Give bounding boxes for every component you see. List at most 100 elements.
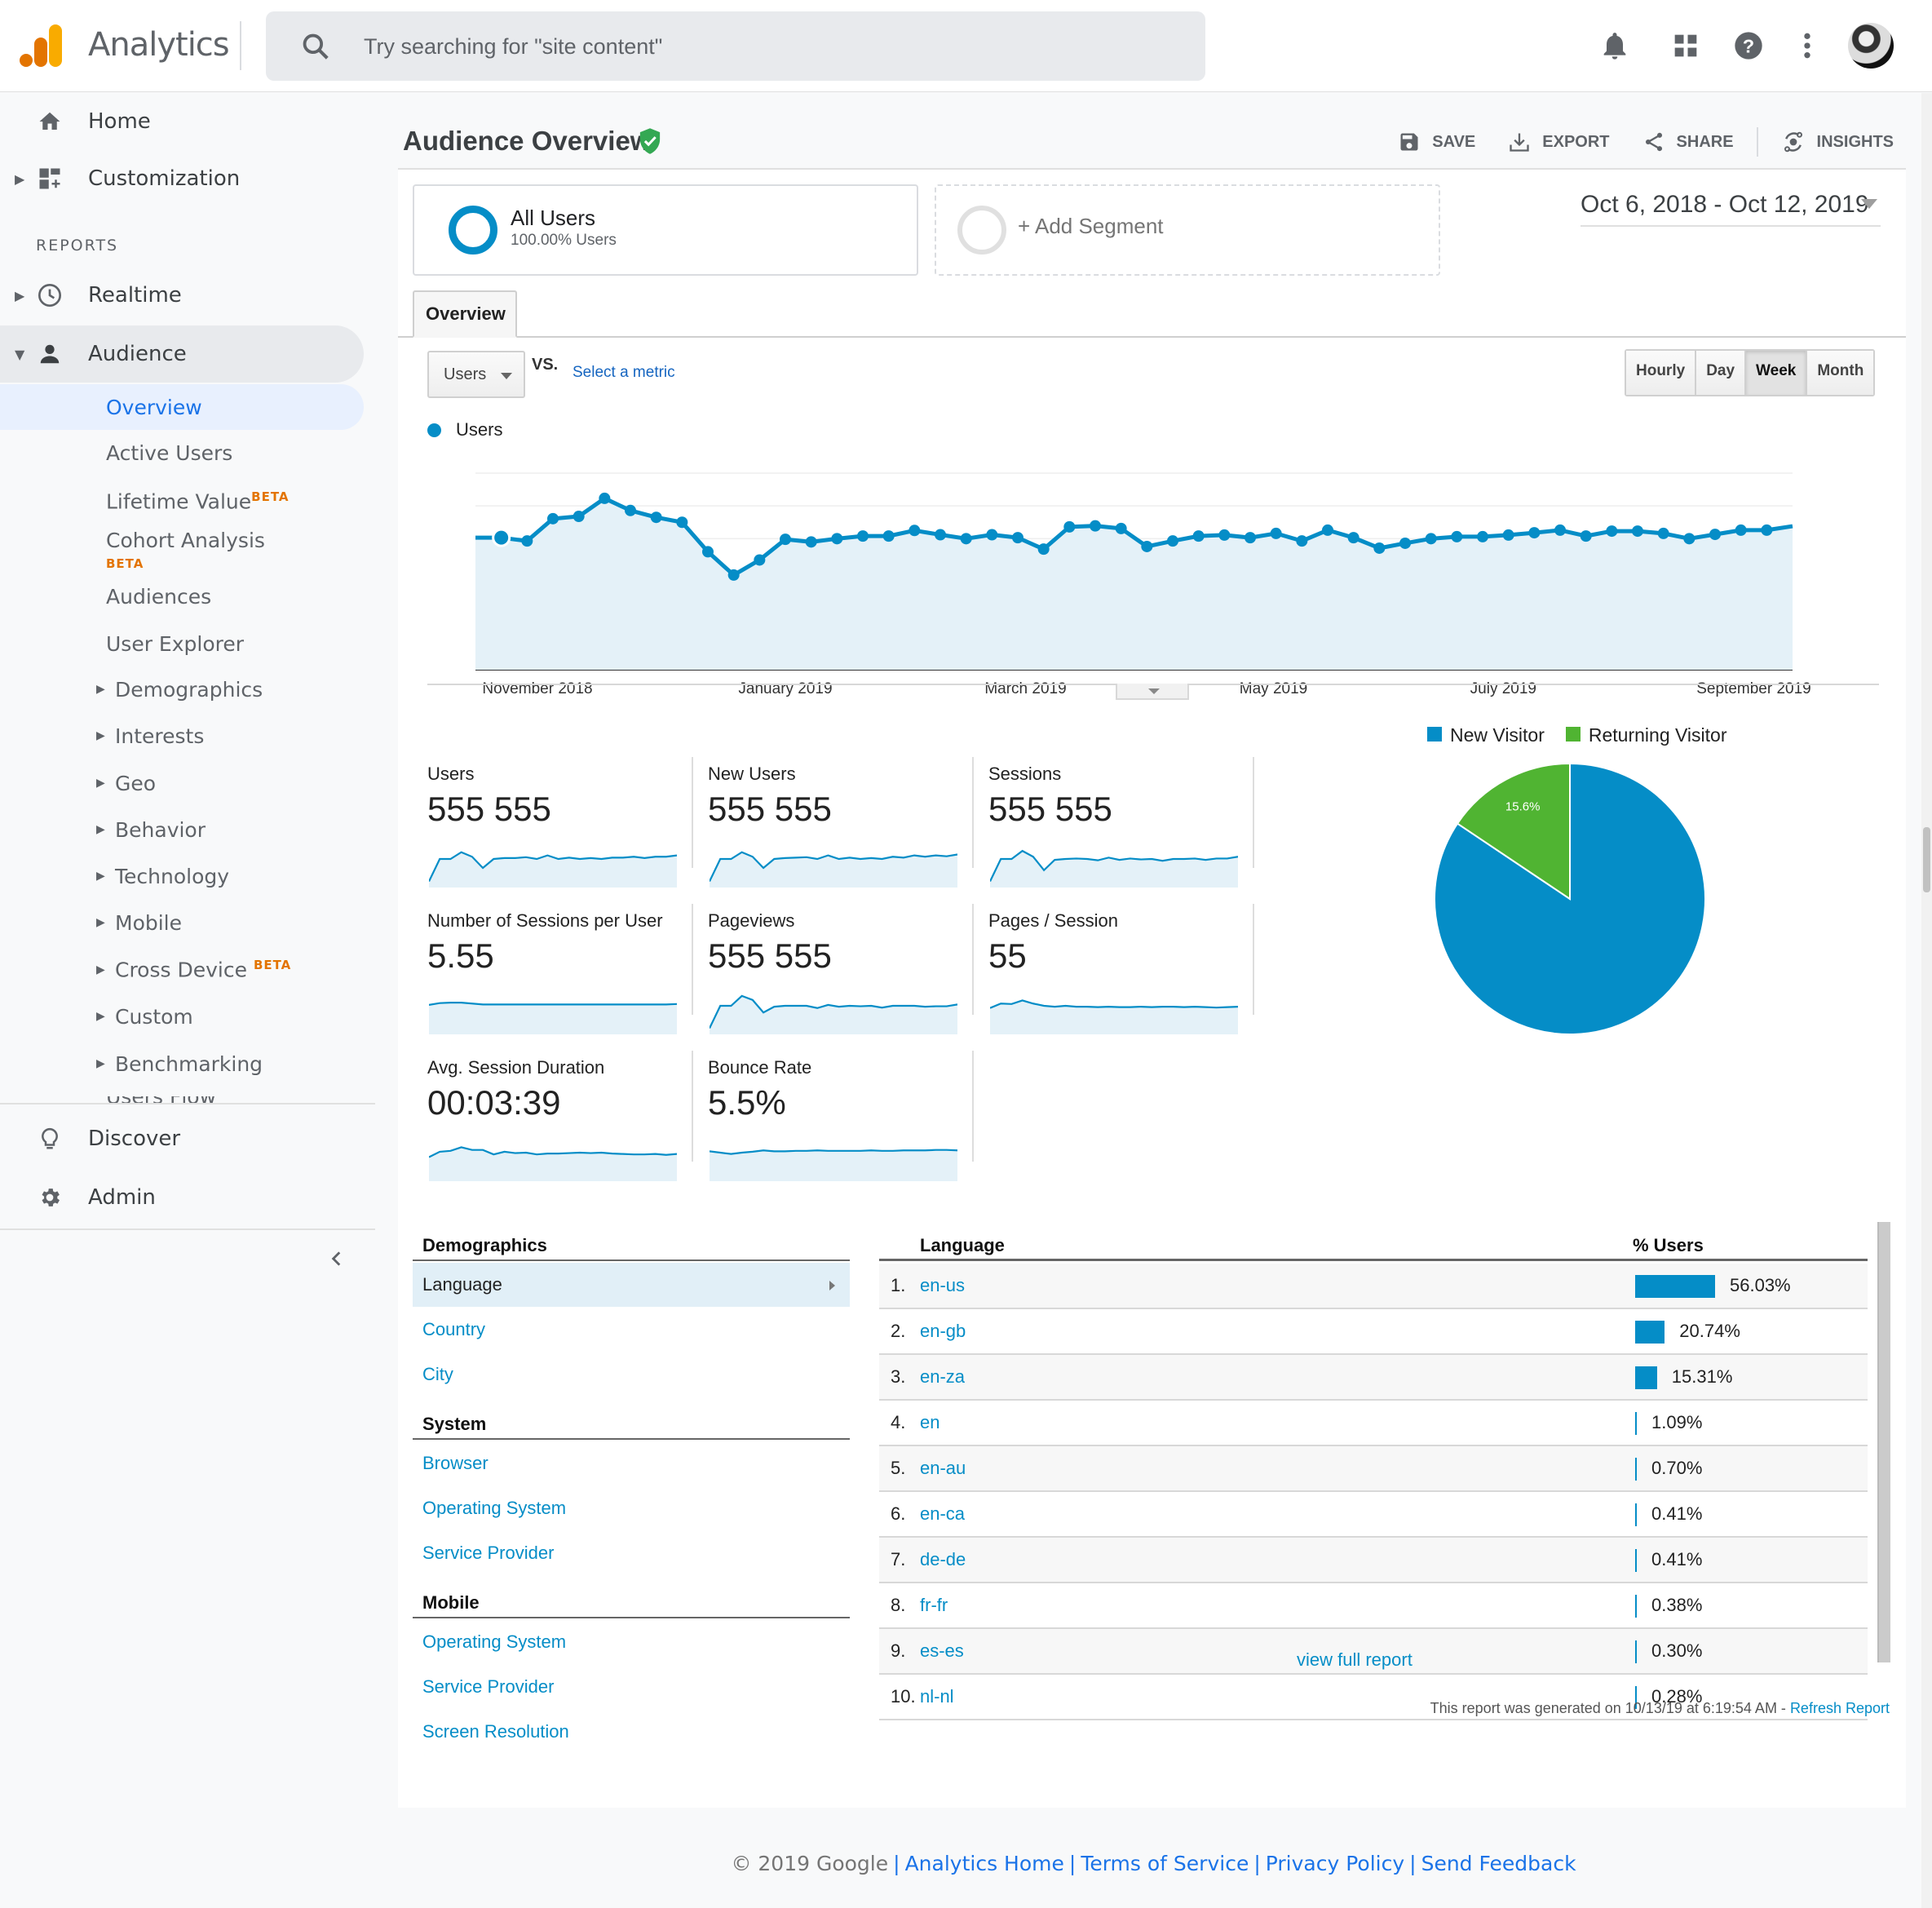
demographics-link[interactable]: Service Provider [413, 1531, 850, 1575]
metric-dropdown[interactable]: Users [427, 351, 525, 398]
insights-button[interactable]: INSIGHTS [1781, 130, 1894, 154]
demographics-link[interactable]: Country [413, 1308, 850, 1352]
data-point[interactable] [1037, 543, 1050, 556]
analytics-logo-icon[interactable] [20, 24, 62, 67]
sidebar-item-interests[interactable]: ▶ Interests [0, 713, 364, 759]
sidebar-item-mobile[interactable]: ▶ Mobile [0, 900, 364, 945]
data-point[interactable] [599, 492, 611, 504]
more-vert-icon[interactable] [1791, 29, 1824, 62]
granularity-week[interactable]: Week [1746, 351, 1808, 395]
search-input[interactable] [364, 26, 1163, 67]
data-point[interactable] [1270, 527, 1282, 539]
visitor-type-pie-chart[interactable]: 84.4% 15.6% [1427, 760, 1713, 1038]
data-point[interactable] [1451, 530, 1463, 542]
demographics-link[interactable]: Service Provider [413, 1665, 850, 1709]
demographics-link[interactable]: Operating System [413, 1620, 850, 1664]
sidebar-item-demographics[interactable]: ▶ Demographics [0, 666, 364, 712]
metric-card[interactable]: Users 555 555 [398, 757, 693, 904]
language-link[interactable]: en [920, 1412, 939, 1433]
sidebar-item-users-flow-cutoff[interactable]: Users Flow [0, 1096, 375, 1103]
data-point[interactable] [492, 528, 511, 547]
language-link[interactable]: nl-nl [920, 1686, 954, 1707]
metric-card[interactable]: Pages / Session 55 [959, 904, 1254, 1051]
language-link[interactable]: en-ca [920, 1503, 965, 1525]
data-point[interactable] [1761, 524, 1773, 536]
data-point[interactable] [960, 533, 972, 545]
data-point[interactable] [1063, 520, 1076, 533]
sidebar-item-benchmarking[interactable]: ▶ Benchmarking [0, 1041, 364, 1087]
data-point[interactable] [857, 530, 869, 542]
sidebar-item-discover[interactable]: Discover [0, 1110, 364, 1167]
demographics-link[interactable]: Language [413, 1263, 850, 1307]
data-point[interactable] [831, 533, 843, 545]
sidebar-item-technology[interactable]: ▶ Technology [0, 853, 364, 899]
granularity-hourly[interactable]: Hourly [1626, 351, 1697, 395]
data-point[interactable] [1296, 535, 1308, 547]
data-point[interactable] [1606, 525, 1618, 538]
language-link[interactable]: en-us [920, 1275, 965, 1296]
language-link[interactable]: fr-fr [920, 1595, 948, 1616]
users-over-time-chart[interactable]: November 2018 January 2019 March 2019 May 2… [398, 447, 1906, 700]
share-button[interactable]: SHARE [1642, 131, 1734, 153]
data-point[interactable] [1528, 527, 1541, 539]
sidebar-item-custom[interactable]: ▶ Custom [0, 994, 364, 1039]
data-point[interactable] [805, 536, 817, 548]
data-point[interactable] [1322, 524, 1333, 536]
demographics-link[interactable]: City [413, 1352, 850, 1397]
data-point[interactable] [1192, 530, 1205, 542]
collapse-sidebar-chevron-icon[interactable] [326, 1246, 347, 1271]
pie-legend-item-new[interactable]: New Visitor [1427, 724, 1545, 746]
data-point[interactable] [1735, 524, 1747, 536]
data-point[interactable] [1399, 537, 1411, 549]
data-point[interactable] [1683, 533, 1695, 545]
data-point[interactable] [1373, 542, 1386, 554]
export-button[interactable]: EXPORT [1508, 131, 1610, 153]
footer-link-terms[interactable]: Terms of Service [1081, 1852, 1249, 1875]
metric-card[interactable]: New Users 555 555 [679, 757, 974, 904]
notifications-icon[interactable] [1598, 29, 1631, 62]
data-point[interactable] [1477, 530, 1488, 542]
demographics-link[interactable]: Browser [413, 1441, 850, 1485]
table-scrollbar[interactable] [1877, 1222, 1890, 1662]
segment-all-users[interactable]: All Users 100.00% Users [413, 184, 918, 276]
select-metric-link[interactable]: Select a metric [573, 364, 675, 382]
language-link[interactable]: de-de [920, 1549, 966, 1570]
data-point[interactable] [727, 569, 740, 581]
page-scrollbar-thumb[interactable] [1923, 827, 1930, 892]
data-point[interactable] [625, 504, 636, 516]
data-point[interactable] [1502, 529, 1514, 541]
data-point[interactable] [547, 512, 559, 525]
help-icon[interactable]: ? [1732, 29, 1765, 62]
data-point[interactable] [573, 511, 585, 523]
data-point[interactable] [1012, 532, 1023, 544]
footer-link-privacy[interactable]: Privacy Policy [1266, 1852, 1404, 1875]
pie-legend-item-returning[interactable]: Returning Visitor [1565, 724, 1727, 746]
footer-link-analytics-home[interactable]: Analytics Home [905, 1852, 1064, 1875]
page-scrollbar[interactable] [1921, 93, 1932, 1908]
metric-card[interactable]: Bounce Rate 5.5% [679, 1051, 974, 1197]
metric-card[interactable]: Sessions 555 555 [959, 757, 1254, 904]
chart-expand-handle[interactable] [1116, 684, 1189, 700]
sidebar-item-home[interactable]: Home [0, 93, 364, 150]
data-point[interactable] [676, 516, 688, 529]
data-point[interactable] [1632, 525, 1643, 538]
sidebar-item-user-explorer[interactable]: User Explorer [0, 621, 364, 666]
language-link[interactable]: en-au [920, 1458, 966, 1479]
data-point[interactable] [754, 554, 766, 566]
sidebar-item-audience[interactable]: ▼ Audience [0, 325, 364, 383]
save-button[interactable]: SAVE [1398, 131, 1475, 153]
data-point[interactable] [521, 535, 533, 547]
metric-card[interactable]: Number of Sessions per User 5.55 [398, 904, 693, 1051]
metric-card[interactable]: Avg. Session Duration 00:03:39 [398, 1051, 693, 1197]
data-point[interactable] [1347, 532, 1359, 544]
sidebar-item-realtime[interactable]: ▶ Realtime [0, 267, 364, 324]
sidebar-item-behavior[interactable]: ▶ Behavior [0, 807, 364, 852]
data-point[interactable] [986, 529, 998, 541]
data-point[interactable] [1141, 540, 1153, 552]
footer-link-feedback[interactable]: Send Feedback [1421, 1852, 1576, 1875]
granularity-month[interactable]: Month [1807, 351, 1874, 395]
date-range-picker[interactable]: Oct 6, 2018 - Oct 12, 2019 [1581, 191, 1881, 227]
view-full-report-link[interactable]: view full report [1297, 1649, 1413, 1671]
search-box[interactable] [266, 11, 1205, 81]
apps-grid-icon[interactable] [1669, 29, 1702, 62]
